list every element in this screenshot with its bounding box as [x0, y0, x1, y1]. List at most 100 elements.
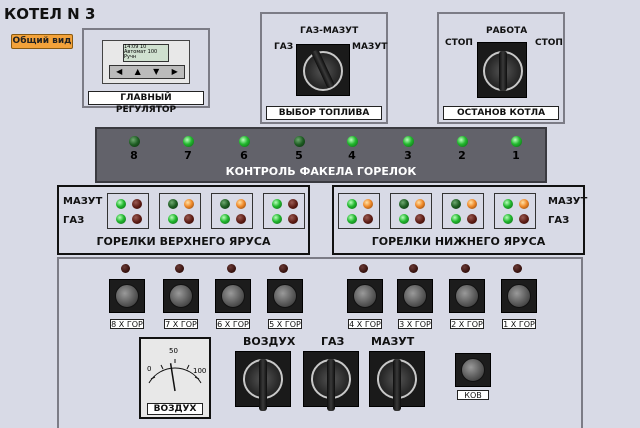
air-switch[interactable]: [235, 351, 291, 411]
gas-flame-led: [399, 214, 409, 224]
oil-switch-handle[interactable]: [393, 359, 401, 411]
upper-tier-caption: ГОРЕЛКИ ВЕРХНЕГО ЯРУСА: [96, 235, 271, 248]
burner-status-box: [263, 193, 305, 229]
gas-flame-led: [347, 214, 357, 224]
ignition-button[interactable]: [501, 279, 537, 313]
oil-flame-led: [347, 199, 357, 209]
right-arrow-key[interactable]: ▶: [172, 66, 178, 78]
fuel-select-panel: ГАЗ-МАЗУТ ГАЗ МАЗУТ ВЫБОР ТОПЛИВА: [260, 12, 388, 124]
ignition-button-label: 4 Х ГОР: [348, 319, 382, 329]
ignition-button[interactable]: [109, 279, 145, 313]
boiler-stop-switch[interactable]: [477, 42, 527, 98]
ignition-indicator-led: [513, 264, 522, 273]
oil-valve-led: [236, 199, 246, 209]
ignition-indicator-led: [461, 264, 470, 273]
upper-tier-panel: МАЗУТ ГАЗ ГОРЕЛКИ ВЕРХНЕГО ЯРУСА: [57, 185, 310, 255]
flame-burner-number: 6: [240, 149, 248, 162]
fuel-gas-label: ГАЗ: [274, 42, 294, 52]
regulator-caption: ГЛАВНЫЙ РЕГУЛЯТОР: [88, 91, 204, 115]
flame-burner-number: 1: [512, 149, 520, 162]
boiler-stop-panel: РАБОТА СТОП СТОП ОСТАНОВ КОТЛА: [437, 12, 565, 124]
gas-flame-led: [116, 214, 126, 224]
upper-gas-row-label: ГАЗ: [63, 215, 85, 226]
burner-status-box: [390, 193, 432, 229]
ignition-button-label: 3 Х ГОР: [398, 319, 432, 329]
fuel-oil-label: МАЗУТ: [352, 42, 388, 52]
flame-burner-number: 5: [295, 149, 303, 162]
ignition-button-cap: [455, 284, 479, 308]
oil-flame-led: [168, 199, 178, 209]
up-arrow-key[interactable]: ▲: [135, 66, 141, 78]
ignition-button-label: 8 Х ГОР: [110, 319, 144, 329]
oil-flame-led: [272, 199, 282, 209]
ignition-button-cap: [273, 284, 297, 308]
gauge-scale-0: 0: [147, 365, 152, 373]
flame-burner-number: 4: [348, 149, 356, 162]
ignition-button-label: 7 Х ГОР: [164, 319, 198, 329]
flame-indicator-led: [457, 136, 468, 147]
page-title: КОТЕЛ N 3: [4, 5, 96, 23]
ignition-button[interactable]: [347, 279, 383, 313]
ignition-indicator-led: [227, 264, 236, 273]
ignition-button[interactable]: [449, 279, 485, 313]
gauge-scale-100: 100: [193, 367, 207, 375]
flame-indicator-led: [129, 136, 140, 147]
boiler-stop-handle[interactable]: [499, 51, 507, 91]
flame-indicator-led: [239, 136, 250, 147]
ignition-button[interactable]: [397, 279, 433, 313]
oil-valve-led: [288, 199, 298, 209]
ignition-button[interactable]: [267, 279, 303, 313]
ignition-button-cap: [403, 284, 427, 308]
control-console-panel: 8 Х ГОР 7 Х ГОР 6 Х ГОР 5 Х ГОР 4 Х ГОР 3 Х Г…: [57, 257, 583, 428]
upper-oil-row-label: МАЗУТ: [63, 196, 103, 207]
ignition-button-cap: [169, 284, 193, 308]
kov-button-cap: [461, 358, 485, 382]
boiler-stop-left-label: СТОП: [445, 38, 473, 48]
down-arrow-key[interactable]: ▼: [153, 66, 159, 78]
air-gauge: 0 50 100 ВОЗДУХ: [139, 337, 211, 419]
burner-status-box: [442, 193, 484, 229]
oil-valve-led: [467, 199, 477, 209]
lower-tier-panel: МАЗУТ ГАЗ ГОРЕЛКИ НИЖНЕГО ЯРУСА: [332, 185, 587, 255]
ignition-button-label: 6 Х ГОР: [216, 319, 250, 329]
burner-status-box: [211, 193, 253, 229]
gas-flame-led: [220, 214, 230, 224]
gas-switch-handle[interactable]: [327, 359, 335, 411]
flame-burner-number: 7: [184, 149, 192, 162]
gas-valve-led: [236, 214, 246, 224]
flame-indicator-led: [183, 136, 194, 147]
gauge-caption: ВОЗДУХ: [147, 403, 203, 415]
flame-indicator-led: [294, 136, 305, 147]
oil-valve-led: [519, 199, 529, 209]
oil-valve-led: [184, 199, 194, 209]
overview-button[interactable]: Общий вид: [11, 34, 73, 49]
gauge-needle: [169, 363, 176, 392]
kov-button[interactable]: [455, 353, 491, 387]
flame-indicator-led: [347, 136, 358, 147]
regulator-keypad: ◀ ▲ ▼ ▶: [109, 65, 185, 79]
ignition-indicator-led: [121, 264, 130, 273]
oil-flame-led: [220, 199, 230, 209]
burner-status-box: [338, 193, 380, 229]
flame-burner-number: 8: [130, 149, 138, 162]
main-regulator-panel: 14:09 10 Автомат 100 Ручн ◀ ▲ ▼ ▶ ГЛАВНЫ…: [82, 28, 210, 115]
air-switch-label: ВОЗДУХ: [243, 335, 296, 348]
ignition-button-cap: [353, 284, 377, 308]
gas-switch[interactable]: [303, 351, 359, 411]
air-switch-handle[interactable]: [259, 359, 267, 411]
fuel-select-caption: ВЫБОР ТОПЛИВА: [266, 106, 382, 120]
oil-valve-led: [363, 199, 373, 209]
oil-switch-label: МАЗУТ: [371, 335, 415, 348]
oil-switch[interactable]: [369, 351, 425, 411]
gas-valve-led: [132, 214, 142, 224]
gas-valve-led: [363, 214, 373, 224]
fuel-select-switch[interactable]: [296, 44, 350, 96]
kov-caption: КОВ: [457, 390, 489, 400]
display-line: Ручн: [124, 54, 137, 60]
gas-valve-led: [288, 214, 298, 224]
ignition-button[interactable]: [163, 279, 199, 313]
flame-indicator-led: [403, 136, 414, 147]
left-arrow-key[interactable]: ◀: [116, 66, 122, 78]
ignition-button[interactable]: [215, 279, 251, 313]
regulator-device[interactable]: 14:09 10 Автомат 100 Ручн ◀ ▲ ▼ ▶: [102, 40, 190, 84]
